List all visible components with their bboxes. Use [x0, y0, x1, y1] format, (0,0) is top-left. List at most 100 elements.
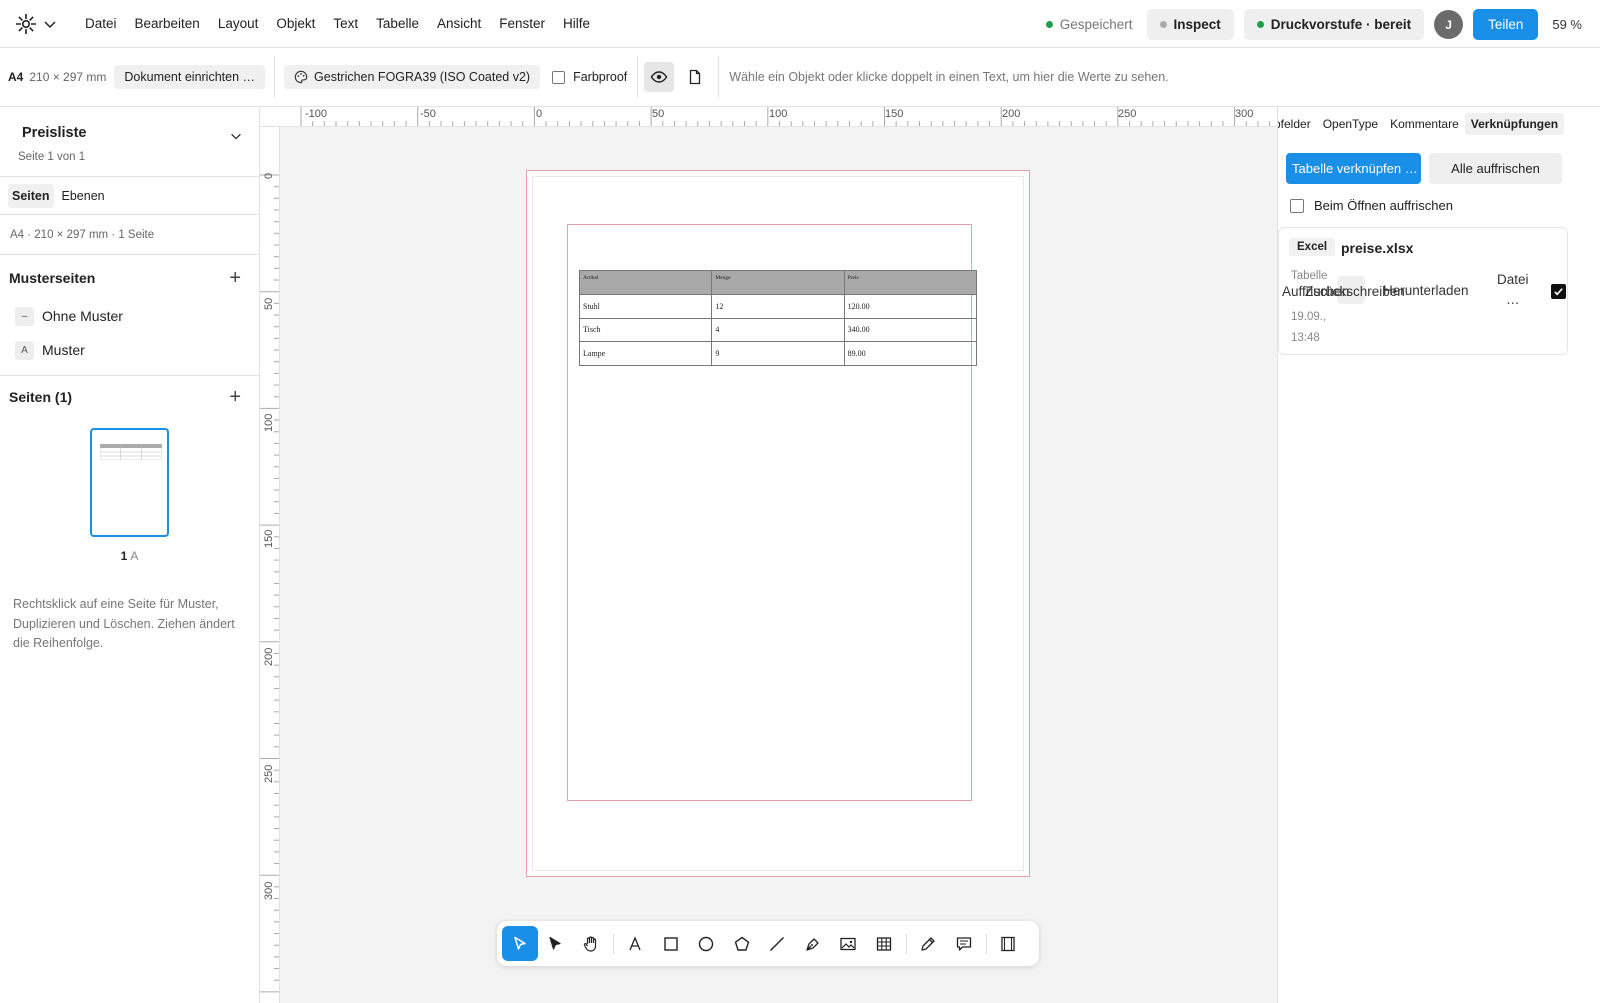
table-cell[interactable]: 9 — [711, 341, 845, 366]
comment-tool[interactable] — [946, 926, 982, 961]
page-view-button[interactable] — [680, 62, 710, 92]
pages-title: Seiten (1) — [9, 389, 73, 405]
direct-select-tool[interactable] — [538, 926, 574, 961]
chevron-down-icon — [44, 20, 56, 28]
left-tabs: Seiten Ebenen — [0, 177, 259, 215]
frame-tool[interactable] — [991, 926, 1027, 961]
table-header-cell[interactable]: Menge — [711, 270, 845, 295]
tab-ebenen[interactable]: Ebenen — [58, 184, 109, 208]
vertical-ruler[interactable]: 0 50 100 150 200 250 300 — [260, 127, 280, 1003]
ruler-label: -100 — [305, 108, 328, 120]
link-meta: Tabelle 19.09., 13:48 — [1291, 266, 1327, 348]
add-page-button[interactable]: + — [229, 386, 241, 409]
save-status: Gespeichert — [1045, 17, 1133, 32]
menu-tabelle[interactable]: Tabelle — [367, 16, 428, 31]
avatar[interactable]: J — [1434, 10, 1464, 39]
color-profile-button[interactable]: Gestrichen FOGRA39 (ISO Coated v2) — [284, 65, 541, 89]
document-page-count: Seite 1 von 1 — [18, 151, 86, 163]
toolbar-divider — [637, 56, 639, 98]
horizontal-ruler[interactable]: -100 -50 0 50 100 150 200 250 300 — [260, 107, 1277, 127]
zoom-level[interactable]: 59 % — [1552, 17, 1582, 32]
table-tool[interactable] — [866, 926, 902, 961]
polygon-tool[interactable] — [724, 926, 760, 961]
left-sidebar: Preisliste Seite 1 von 1 Seiten Ebenen A… — [0, 107, 260, 1003]
link-table-button[interactable]: Tabelle verknüpfen … — [1286, 153, 1421, 184]
pen-tool[interactable] — [795, 926, 831, 961]
table-cell[interactable]: 120.00 — [843, 294, 978, 319]
pages-header: Seiten (1) + — [0, 376, 259, 418]
ellipse-tool[interactable] — [689, 926, 725, 961]
page-thumbnail[interactable] — [90, 428, 169, 537]
prepress-button[interactable]: Druckvorstufe · bereit — [1243, 9, 1425, 40]
document-info: A4 · 210 × 297 mm · 1 Seite — [0, 215, 259, 255]
table-cell[interactable]: 12 — [711, 294, 845, 319]
table-cell[interactable]: Lampe — [578, 341, 713, 366]
menu-objekt[interactable]: Objekt — [267, 16, 324, 31]
tab-seiten[interactable]: Seiten — [8, 183, 54, 208]
preview-toggle-button[interactable] — [644, 62, 675, 92]
table-header-cell[interactable]: Artikel — [578, 270, 713, 295]
text-tool[interactable] — [618, 926, 654, 961]
rectangle-tool[interactable] — [653, 926, 689, 961]
frame-icon — [1001, 936, 1015, 951]
table-cell[interactable]: 4 — [711, 317, 845, 342]
price-table[interactable]: Artikel Menge Preis Stuhl 12 120.00 Tisc… — [578, 270, 978, 366]
table-cell[interactable]: Stuhl — [578, 294, 713, 319]
select-tool[interactable] — [502, 926, 538, 961]
palette-icon — [294, 70, 308, 84]
menu-layout[interactable]: Layout — [209, 16, 268, 31]
chevron-down-icon[interactable] — [229, 129, 243, 143]
tab-verknuepfungen[interactable]: Verknüpfungen — [1464, 113, 1565, 135]
menu-hilfe[interactable]: Hilfe — [554, 16, 599, 31]
image-tool[interactable] — [831, 926, 867, 961]
table-row: Stuhl 12 120.00 — [578, 294, 978, 319]
table-cell[interactable]: Tisch — [578, 317, 713, 342]
inspect-button[interactable]: Inspect — [1146, 9, 1234, 40]
table-cell[interactable]: 340.00 — [843, 317, 978, 342]
tab-farbfelder[interactable]: Farbfelder — [1278, 113, 1317, 135]
right-tabs: Farbfelder OpenType Kommentare Verknüpfu… — [1278, 107, 1600, 141]
pencil-tool[interactable] — [911, 926, 947, 961]
tab-opentype[interactable]: OpenType — [1317, 113, 1384, 135]
refresh-on-open-toggle[interactable]: Beim Öffnen auffrischen — [1278, 184, 1600, 213]
refresh-on-open-checkbox[interactable] — [1290, 198, 1304, 213]
link-meta-time: 13:48 — [1291, 331, 1320, 344]
farbproof-toggle[interactable]: Farbproof — [552, 70, 627, 84]
refresh-on-open-label: Beim Öffnen auffrischen — [1314, 198, 1453, 213]
document-setup-button[interactable]: Dokument einrichten … — [114, 65, 266, 89]
ruler-label: 200 — [1002, 108, 1021, 120]
tab-kommentare[interactable]: Kommentare — [1384, 113, 1465, 135]
more-options-button[interactable]: … — [1506, 292, 1520, 307]
menu-fenster[interactable]: Fenster — [490, 16, 554, 31]
prepress-label: Druckvorstufe · bereit — [1270, 17, 1412, 32]
farbproof-checkbox[interactable] — [552, 70, 566, 84]
menu-datei[interactable]: Datei — [76, 16, 126, 31]
ruler-label: 100 — [263, 413, 275, 432]
document-header[interactable]: Preisliste Seite 1 von 1 — [0, 107, 259, 177]
master-label: Ohne Muster — [42, 308, 123, 324]
table-header-cell[interactable]: Preis — [843, 270, 978, 295]
line-tool[interactable] — [760, 926, 796, 961]
hand-tool[interactable] — [573, 926, 609, 961]
ruler-label: -50 — [420, 108, 436, 120]
app-menu-button[interactable] — [14, 12, 76, 36]
refresh-all-button[interactable]: Alle auffrischen — [1429, 153, 1562, 184]
master-item-none[interactable]: – Ohne Muster — [0, 299, 259, 333]
link-checkbox[interactable] — [1551, 284, 1566, 299]
table-cell[interactable]: 89.00 — [843, 341, 978, 366]
pages-hint: Rechtsklick auf eine Seite für Muster, D… — [13, 597, 235, 650]
file-link-label[interactable]: Datei — [1497, 272, 1529, 287]
master-item-a[interactable]: A Muster — [0, 333, 259, 367]
menu-text[interactable]: Text — [324, 16, 367, 31]
menu-ansicht[interactable]: Ansicht — [428, 16, 490, 31]
image-icon — [840, 937, 856, 950]
link-actions: Tabelle verknüpfen … Alle auffrischen — [1278, 141, 1600, 184]
ruler-label: 0 — [536, 108, 543, 120]
menu-bar: Datei Bearbeiten Layout Objekt Text Tabe… — [0, 0, 1600, 48]
download-button[interactable]: Herunterladen — [1383, 283, 1469, 298]
share-button[interactable]: Teilen — [1473, 9, 1539, 40]
save-status-label: Gespeichert — [1059, 17, 1133, 32]
menu-bearbeiten[interactable]: Bearbeiten — [126, 16, 209, 31]
add-master-button[interactable]: + — [229, 267, 241, 290]
master-label: Muster — [42, 342, 85, 358]
